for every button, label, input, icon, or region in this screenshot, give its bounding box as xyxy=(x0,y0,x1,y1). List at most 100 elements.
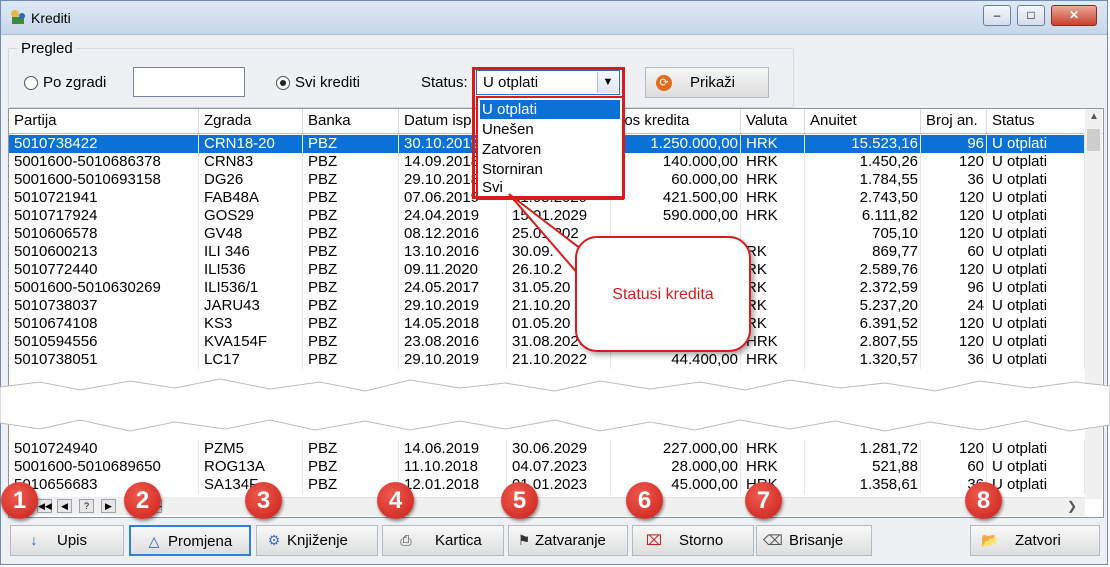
badge-8: 8 xyxy=(965,482,1002,519)
table-row[interactable]: 5010656683 SA134F PBZ 12.01.2018 01.01.2023 4… xyxy=(9,476,1085,494)
knjizenje-button[interactable]: ⚙ Knjiženje xyxy=(256,525,378,556)
table-cell: JARU43 xyxy=(199,297,303,315)
col-iznos-kredita[interactable]: nos kredita xyxy=(611,109,741,133)
table-cell: HRK xyxy=(741,440,805,458)
table-cell: FAB48A xyxy=(199,189,303,207)
table-row[interactable]: 5010717924 GOS29 PBZ 24.04.2019 15.01.2029 59… xyxy=(9,207,1085,225)
table-cell: PBZ xyxy=(303,153,399,171)
table-cell: U otplati xyxy=(987,243,1085,261)
table-cell: PBZ xyxy=(303,171,399,189)
table-cell: U otplati xyxy=(987,458,1085,476)
table-cell: PZM5 xyxy=(199,440,303,458)
prikazi-button-label: Prikaži xyxy=(690,74,736,91)
radio-po-zgradi-label[interactable]: Po zgradi xyxy=(43,74,106,91)
table-cell: KVA154F xyxy=(199,333,303,351)
radio-svi-krediti-label[interactable]: Svi krediti xyxy=(295,74,360,91)
status-label: Status: xyxy=(421,74,468,91)
col-banka[interactable]: Banka xyxy=(303,109,399,133)
table-cell: PBZ xyxy=(303,261,399,279)
close-button[interactable]: ✕ xyxy=(1051,5,1097,26)
table-row[interactable]: 5010594556 KVA154F PBZ 23.08.2016 31.08.2026… xyxy=(9,333,1085,351)
maximize-button[interactable]: □ xyxy=(1017,5,1045,26)
nav-help-button[interactable]: ? xyxy=(79,499,94,513)
torn-edge-overlay xyxy=(0,378,1110,432)
table-cell: 140.000,00 xyxy=(611,153,741,171)
table-row[interactable]: 5010772440 ILI536 PBZ 09.11.2020 26.10.2 RK 2.… xyxy=(9,261,1085,279)
nav-next-button[interactable]: ▶ xyxy=(101,499,116,513)
table-cell: 869,77 xyxy=(805,243,921,261)
col-broj-an[interactable]: Broj an. xyxy=(921,109,987,133)
nav-prev-button[interactable]: ◀ xyxy=(57,499,72,513)
table-cell: 6.111,82 xyxy=(805,207,921,225)
table-cell: PBZ xyxy=(303,225,399,243)
table-cell: ILI536/1 xyxy=(199,279,303,297)
table-cell: PBZ xyxy=(303,458,399,476)
table-cell: HRK xyxy=(741,351,805,369)
table-cell: CRN18-20 xyxy=(199,135,303,153)
badge-7: 7 xyxy=(745,482,782,519)
table-cell: U otplati xyxy=(987,171,1085,189)
zatvori-button-label: Zatvori xyxy=(1015,532,1061,549)
kartica-button[interactable]: ⎙ Kartica xyxy=(382,525,504,556)
prikazi-button[interactable]: ⟳ Prikaži xyxy=(645,67,769,98)
scroll-right-icon[interactable]: ❯ xyxy=(1067,499,1077,513)
table-cell: PBZ xyxy=(303,351,399,369)
table-row[interactable]: 5001600-5010689650 ROG13A PBZ 11.10.2018 04.… xyxy=(9,458,1085,476)
upis-button[interactable]: ↓ Upis xyxy=(10,525,124,556)
callout-text: Statusi kredita xyxy=(612,286,714,303)
promjena-button[interactable]: △ Promjena xyxy=(129,525,251,556)
table-row[interactable]: 5010600213 ILI 346 PBZ 13.10.2016 30.09. RK 86… xyxy=(9,243,1085,261)
table-cell: 227.000,00 xyxy=(611,440,741,458)
col-zgrada[interactable]: Zgrada xyxy=(199,109,303,133)
table-row[interactable]: 5010738051 LC17 PBZ 29.10.2019 21.10.2022 44.… xyxy=(9,351,1085,369)
table-cell: 5010594556 xyxy=(9,333,199,351)
table-row[interactable]: 5010674108 KS3 PBZ 14.05.2018 01.05.20 RK 6.39… xyxy=(9,315,1085,333)
table-cell: 44.400,00 xyxy=(611,351,741,369)
radio-svi-krediti[interactable] xyxy=(276,76,290,90)
cross-box-icon: ⌧ xyxy=(645,532,663,548)
table-cell: U otplati xyxy=(987,440,1085,458)
zatvaranje-button-label: Zatvaranje xyxy=(535,532,606,549)
upis-button-label: Upis xyxy=(57,532,88,549)
table-row[interactable]: 5001600-5010630269 ILI536/1 PBZ 24.05.2017 3… xyxy=(9,279,1085,297)
status-highlight-frame xyxy=(472,67,625,199)
table-cell: 2.372,59 xyxy=(805,279,921,297)
table-cell: PBZ xyxy=(303,207,399,225)
minimize-button[interactable]: – xyxy=(983,5,1011,26)
table-cell: U otplati xyxy=(987,279,1085,297)
col-valuta[interactable]: Valuta xyxy=(741,109,805,133)
table-cell: DG26 xyxy=(199,171,303,189)
title-bar: Krediti – □ ✕ xyxy=(1,1,1107,35)
table-cell: PBZ xyxy=(303,279,399,297)
table-cell: 1.281,72 xyxy=(805,440,921,458)
table-cell: U otplati xyxy=(987,225,1085,243)
radio-po-zgradi[interactable] xyxy=(24,76,38,90)
table-cell: 5001600-5010630269 xyxy=(9,279,199,297)
col-anuitet[interactable]: Anuitet xyxy=(805,109,921,133)
folder-icon: 📂 xyxy=(981,532,999,548)
table-cell: CRN83 xyxy=(199,153,303,171)
zatvaranje-button[interactable]: ⚑ Zatvaranje xyxy=(508,525,628,556)
storno-button[interactable]: ⌧ Storno xyxy=(632,525,754,556)
table-cell: HRK xyxy=(741,189,805,207)
nav-first-button[interactable]: ◀◀ xyxy=(37,499,52,513)
scroll-up-icon[interactable]: ▲ xyxy=(1089,111,1099,122)
scroll-thumb[interactable] xyxy=(1087,129,1100,151)
table-cell: 5010772440 xyxy=(9,261,199,279)
table-cell: 96 xyxy=(921,135,987,153)
table-cell: 96 xyxy=(921,279,987,297)
table-cell: HRK xyxy=(741,458,805,476)
table-row[interactable]: 5010724940 PZM5 PBZ 14.06.2019 30.06.2029 227… xyxy=(9,440,1085,458)
col-partija[interactable]: Partija xyxy=(9,109,199,133)
table-cell: 120 xyxy=(921,225,987,243)
table-cell: 5010738037 xyxy=(9,297,199,315)
table-cell: 2.807,55 xyxy=(805,333,921,351)
col-status[interactable]: Status xyxy=(987,109,1085,133)
brisanje-button[interactable]: ⌫ Brisanje xyxy=(756,525,872,556)
table-row[interactable]: 5010738037 JARU43 PBZ 29.10.2019 21.10.20 RK 5… xyxy=(9,297,1085,315)
zatvori-button[interactable]: 📂 Zatvori xyxy=(970,525,1100,556)
table-row[interactable]: 5010606578 GV48 PBZ 08.12.2016 25.01.202 705,… xyxy=(9,225,1085,243)
vertical-scrollbar[interactable]: ▲ xyxy=(1085,109,1102,499)
table-cell: 120 xyxy=(921,261,987,279)
zgrada-input[interactable] xyxy=(133,67,245,97)
